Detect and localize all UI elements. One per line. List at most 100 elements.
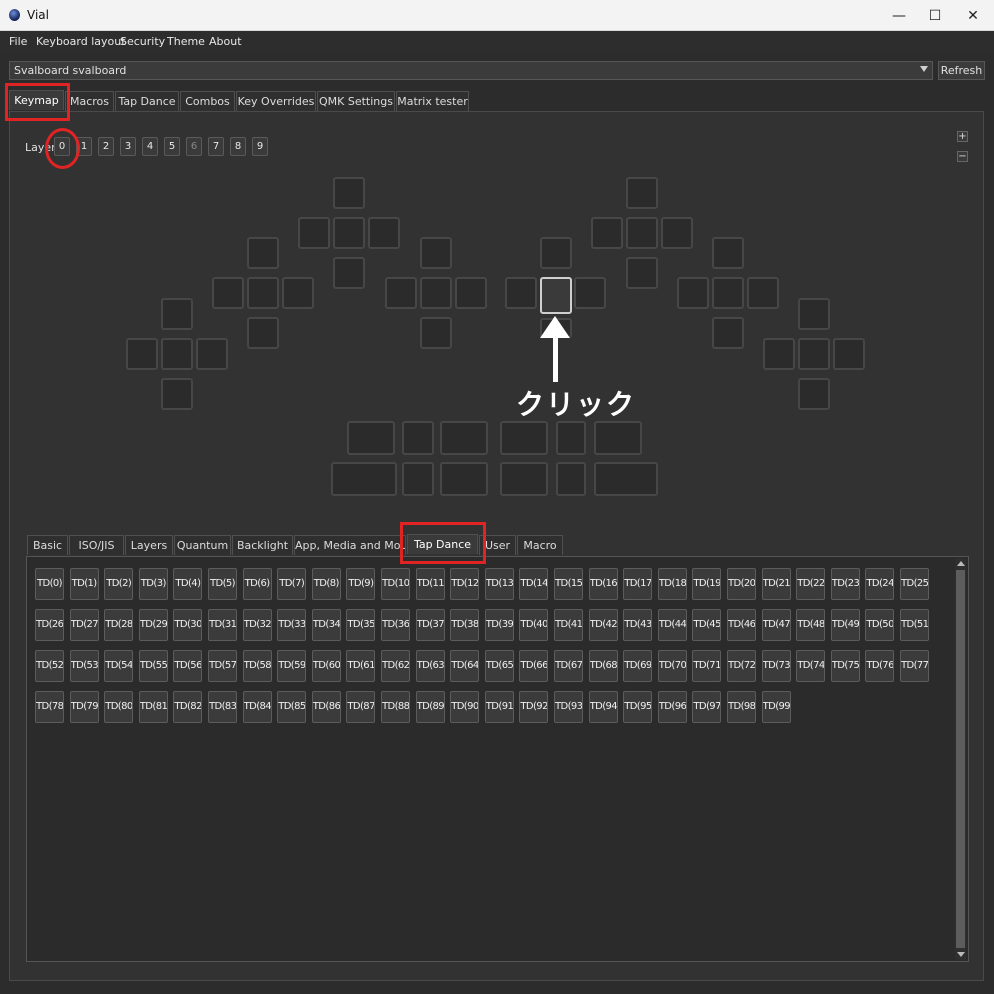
tap-dance-key-18[interactable]: TD(18) bbox=[657, 568, 687, 600]
left-pinky-cluster-south-key[interactable] bbox=[161, 378, 193, 410]
right-index-cluster-center-key[interactable] bbox=[626, 217, 658, 249]
left-index-cluster-center-key[interactable] bbox=[333, 217, 365, 249]
tap-dance-key-58[interactable]: TD(58) bbox=[242, 650, 272, 682]
tap-dance-key-29[interactable]: TD(29) bbox=[138, 609, 168, 641]
right-index-cluster-north-key[interactable] bbox=[626, 177, 658, 209]
menu-theme[interactable]: Theme bbox=[167, 35, 205, 48]
tab-app-media-mouse[interactable]: App, Media and Mouse bbox=[294, 535, 406, 555]
tap-dance-key-12[interactable]: TD(12) bbox=[450, 568, 480, 600]
right-pinky-cluster-east-key[interactable] bbox=[833, 338, 865, 370]
tap-dance-key-71[interactable]: TD(71) bbox=[692, 650, 722, 682]
tap-dance-key-99[interactable]: TD(99) bbox=[761, 691, 791, 723]
thumb-key-0[interactable] bbox=[347, 421, 395, 455]
tap-dance-key-78[interactable]: TD(78) bbox=[35, 691, 64, 723]
tap-dance-key-73[interactable]: TD(73) bbox=[761, 650, 791, 682]
tap-dance-key-51[interactable]: TD(51) bbox=[900, 609, 929, 641]
left-index-cluster-south-key[interactable] bbox=[333, 257, 365, 289]
tap-dance-key-20[interactable]: TD(20) bbox=[727, 568, 756, 600]
tap-dance-key-45[interactable]: TD(45) bbox=[692, 609, 722, 641]
thumb-key-8[interactable] bbox=[440, 462, 488, 496]
tap-dance-key-77[interactable]: TD(77) bbox=[900, 650, 929, 682]
tap-dance-key-79[interactable]: TD(79) bbox=[69, 691, 99, 723]
tap-dance-key-59[interactable]: TD(59) bbox=[277, 650, 307, 682]
thumb-key-2[interactable] bbox=[440, 421, 488, 455]
left-ring-cluster-east-key[interactable] bbox=[282, 277, 314, 309]
tap-dance-key-33[interactable]: TD(33) bbox=[277, 609, 307, 641]
scrollbar-thumb[interactable] bbox=[956, 570, 965, 948]
tab-macros[interactable]: Macros bbox=[65, 91, 114, 111]
refresh-button[interactable]: Refresh bbox=[938, 61, 985, 80]
tap-dance-key-50[interactable]: TD(50) bbox=[865, 609, 895, 641]
tap-dance-key-95[interactable]: TD(95) bbox=[623, 691, 653, 723]
tap-dance-key-90[interactable]: TD(90) bbox=[450, 691, 480, 723]
tap-dance-key-69[interactable]: TD(69) bbox=[623, 650, 653, 682]
left-pinky-cluster-west-key[interactable] bbox=[126, 338, 158, 370]
tap-dance-key-44[interactable]: TD(44) bbox=[657, 609, 687, 641]
left-middle-cluster-north-key[interactable] bbox=[420, 237, 452, 269]
right-pinky-cluster-south-key[interactable] bbox=[798, 378, 830, 410]
tap-dance-key-88[interactable]: TD(88) bbox=[381, 691, 410, 723]
tap-dance-key-94[interactable]: TD(94) bbox=[588, 691, 618, 723]
tap-dance-key-81[interactable]: TD(81) bbox=[138, 691, 168, 723]
right-middle-cluster-north-key[interactable] bbox=[712, 237, 744, 269]
tab-layers[interactable]: Layers bbox=[125, 535, 173, 555]
layer-button-7[interactable]: 7 bbox=[208, 137, 224, 156]
tap-dance-key-4[interactable]: TD(4) bbox=[173, 568, 203, 600]
left-pinky-cluster-north-key[interactable] bbox=[161, 298, 193, 330]
tap-dance-key-16[interactable]: TD(16) bbox=[588, 568, 618, 600]
scroll-up-icon[interactable] bbox=[957, 561, 965, 566]
tap-dance-key-70[interactable]: TD(70) bbox=[657, 650, 687, 682]
right-index-cluster-west-key[interactable] bbox=[591, 217, 623, 249]
right-ring-north-key[interactable] bbox=[540, 237, 572, 269]
tap-dance-key-13[interactable]: TD(13) bbox=[484, 568, 514, 600]
tab-tap-dance[interactable]: Tap Dance bbox=[115, 91, 179, 111]
tap-dance-key-25[interactable]: TD(25) bbox=[900, 568, 929, 600]
tap-dance-key-31[interactable]: TD(31) bbox=[208, 609, 237, 641]
tap-dance-key-98[interactable]: TD(98) bbox=[727, 691, 756, 723]
thumb-key-9[interactable] bbox=[500, 462, 548, 496]
tap-dance-key-40[interactable]: TD(40) bbox=[519, 609, 549, 641]
tab-qmk-settings[interactable]: QMK Settings bbox=[317, 91, 395, 111]
tap-dance-key-7[interactable]: TD(7) bbox=[277, 568, 307, 600]
tap-dance-key-54[interactable]: TD(54) bbox=[104, 650, 134, 682]
tap-dance-key-30[interactable]: TD(30) bbox=[173, 609, 203, 641]
tap-dance-key-9[interactable]: TD(9) bbox=[346, 568, 376, 600]
layer-button-8[interactable]: 8 bbox=[230, 137, 246, 156]
tap-dance-key-72[interactable]: TD(72) bbox=[727, 650, 756, 682]
menu-security[interactable]: Security bbox=[120, 35, 165, 48]
tap-dance-key-46[interactable]: TD(46) bbox=[727, 609, 756, 641]
tap-dance-key-38[interactable]: TD(38) bbox=[450, 609, 480, 641]
tab-basic[interactable]: Basic bbox=[27, 535, 68, 555]
right-ring-east-key[interactable] bbox=[574, 277, 606, 309]
tap-dance-key-15[interactable]: TD(15) bbox=[554, 568, 583, 600]
right-pinky-cluster-center-key[interactable] bbox=[798, 338, 830, 370]
tap-dance-key-47[interactable]: TD(47) bbox=[761, 609, 791, 641]
thumb-key-3[interactable] bbox=[500, 421, 548, 455]
tap-dance-key-24[interactable]: TD(24) bbox=[865, 568, 895, 600]
left-middle-cluster-south-key[interactable] bbox=[420, 317, 452, 349]
tap-dance-key-26[interactable]: TD(26) bbox=[35, 609, 64, 641]
thumb-key-11[interactable] bbox=[594, 462, 658, 496]
tap-dance-key-68[interactable]: TD(68) bbox=[588, 650, 618, 682]
left-middle-cluster-center-key[interactable] bbox=[420, 277, 452, 309]
right-pinky-cluster-north-key[interactable] bbox=[798, 298, 830, 330]
keyboard-select[interactable]: Svalboard svalboard bbox=[9, 61, 933, 80]
menu-keyboard-layout[interactable]: Keyboard layout bbox=[36, 35, 126, 48]
tap-dance-key-85[interactable]: TD(85) bbox=[277, 691, 307, 723]
zoom-out-button[interactable]: − bbox=[957, 151, 968, 162]
tap-dance-key-82[interactable]: TD(82) bbox=[173, 691, 203, 723]
tap-dance-key-84[interactable]: TD(84) bbox=[242, 691, 272, 723]
menu-file[interactable]: File bbox=[9, 35, 27, 48]
tap-dance-key-42[interactable]: TD(42) bbox=[588, 609, 618, 641]
right-middle-cluster-east-key[interactable] bbox=[747, 277, 779, 309]
tap-dance-key-32[interactable]: TD(32) bbox=[242, 609, 272, 641]
scroll-down-icon[interactable] bbox=[957, 952, 965, 957]
right-index-cluster-south-key[interactable] bbox=[626, 257, 658, 289]
layer-button-2[interactable]: 2 bbox=[98, 137, 114, 156]
tap-dance-key-43[interactable]: TD(43) bbox=[623, 609, 653, 641]
zoom-in-button[interactable]: + bbox=[957, 131, 968, 142]
left-ring-cluster-north-key[interactable] bbox=[247, 237, 279, 269]
tap-dance-key-5[interactable]: TD(5) bbox=[208, 568, 237, 600]
layer-button-3[interactable]: 3 bbox=[120, 137, 136, 156]
tap-dance-key-41[interactable]: TD(41) bbox=[554, 609, 583, 641]
